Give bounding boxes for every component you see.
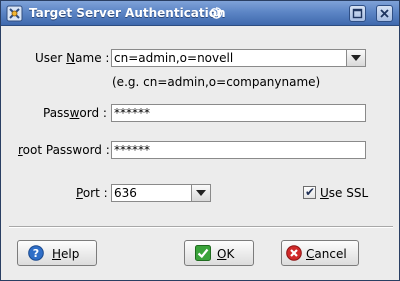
username-hint: (e.g. cn=admin,o=companyname) [112, 75, 321, 89]
help-button[interactable]: ? Help [17, 240, 97, 266]
use-ssl-label[interactable]: Use SSL [320, 186, 368, 200]
cancel-button-label: Cancel [306, 247, 347, 261]
password-label: Password : [43, 106, 107, 120]
chevron-down-icon [351, 55, 361, 61]
app-icon[interactable] [6, 5, 23, 22]
cancel-button[interactable]: Cancel [281, 240, 359, 266]
use-ssl-checkbox[interactable]: ✔ [303, 186, 316, 199]
root-password-label: root Password : [18, 143, 110, 157]
password-input[interactable]: ****** [111, 104, 366, 122]
close-icon [380, 9, 389, 18]
maximize-button[interactable] [349, 5, 366, 22]
dialog-window: Target Server Authentication User Name :… [0, 0, 400, 281]
root-password-input[interactable]: ****** [111, 141, 366, 159]
svg-text:?: ? [33, 247, 39, 260]
maximize-icon [352, 8, 363, 19]
close-button[interactable] [376, 5, 393, 22]
title-bar[interactable]: Target Server Authentication [1, 1, 399, 26]
port-dropdown-button[interactable] [191, 184, 211, 202]
checkmark-icon [195, 245, 211, 261]
cancel-icon [286, 245, 302, 261]
ok-button-label: OK [217, 247, 235, 261]
ok-button[interactable]: OK [184, 240, 254, 266]
checkmark-icon: ✔ [305, 185, 316, 199]
username-dropdown-button[interactable] [346, 49, 366, 67]
divider [9, 226, 393, 228]
window-title: Target Server Authentication [29, 6, 226, 20]
debian-spiral-icon [210, 7, 223, 19]
username-label: User Name : [35, 51, 110, 65]
port-label: Port : [76, 186, 108, 200]
chevron-down-icon [196, 190, 206, 196]
help-button-label: Help [52, 247, 80, 261]
port-input[interactable]: 636 [111, 184, 192, 202]
username-input[interactable]: cn=admin,o=novell [111, 49, 347, 67]
help-icon: ? [28, 245, 44, 261]
